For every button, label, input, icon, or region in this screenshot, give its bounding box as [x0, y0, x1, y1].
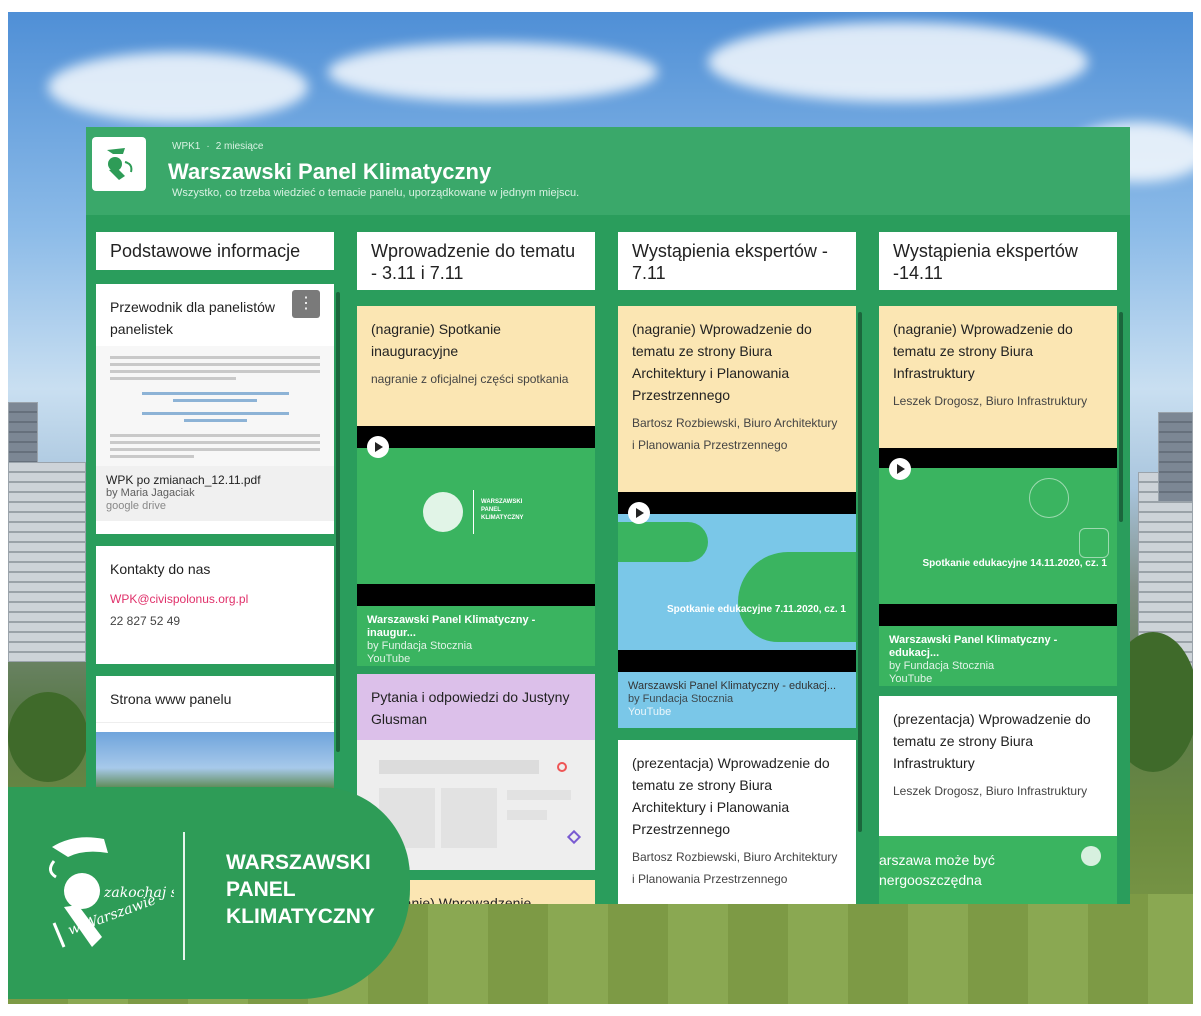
card-title: Pytania i odpowiedzi do Justyny Glusman	[371, 689, 570, 727]
attachment-source: YouTube	[628, 706, 672, 718]
attachment-title: Warszawski Panel Klimatyczny - inaugur..…	[367, 614, 536, 639]
card-title: (nagranie) Wprowadzenie do tematu ze str…	[893, 321, 1073, 381]
card-menu-button[interactable]: ⋮	[292, 290, 320, 318]
contact-email-link[interactable]: WPK@civispolonus.org.pl	[110, 588, 320, 610]
panel-logo-icon	[423, 492, 463, 532]
play-icon[interactable]	[628, 502, 650, 524]
attachment-title: Warszawski Panel Klimatyczny - edukacj..…	[889, 634, 1058, 659]
pdf-preview[interactable]	[96, 346, 334, 466]
board-logo[interactable]	[92, 137, 146, 191]
card-baipp-recording[interactable]: (nagranie) Wprowadzenie do tematu ze str…	[618, 306, 856, 728]
column-title: Wprowadzenie do tematu - 3.11 i 7.11	[357, 232, 595, 290]
brand-badge: zakochaj się w Warszawie WARSZAWSKI PANE…	[8, 787, 410, 999]
card-description: nagranie z oficjalnej części spotkania	[371, 372, 569, 386]
column-title: Wystąpienia ekspertów - 7.11	[618, 232, 856, 290]
attachment-info[interactable]: Warszawski Panel Klimatyczny - inaugur..…	[357, 606, 595, 666]
video-caption: Spotkanie edukacyjne 14.11.2020, cz. 1	[922, 558, 1107, 569]
preview-text: arszawa może być nergooszczędna	[879, 852, 995, 888]
column-title: Wystąpienia ekspertów -14.11	[879, 232, 1117, 290]
card-title: Strona www panelu	[110, 691, 232, 707]
board-age: 2 miesiące	[215, 141, 264, 152]
attachment-title: WPK po zmianach_12.11.pdf	[106, 473, 261, 487]
attachment-title: Warszawski Panel Klimatyczny - edukacj..…	[628, 680, 837, 692]
column-basic-info: Podstawowe informacje ⋮ Przewodnik dla p…	[96, 232, 340, 816]
card-description: Bartosz Rozbiewski, Biuro Architektury i…	[632, 416, 838, 452]
panel-logo-icon	[1081, 846, 1101, 866]
presentation-preview[interactable]: arszawa może być nergooszczędna	[879, 836, 1117, 904]
attachment-author: by Fundacja Stocznia	[628, 693, 734, 705]
attachment-source: YouTube	[889, 673, 933, 685]
zakochaj-sie-logo-icon: zakochaj się w Warszawie	[49, 837, 174, 948]
column-title: Podstawowe informacje	[96, 232, 334, 270]
board-author[interactable]: WPK1	[172, 141, 200, 152]
board-meta: WPK1 · 2 miesiące	[172, 141, 264, 152]
card-description: Bartosz Rozbiewski, Biuro Architektury i…	[632, 850, 838, 886]
card-title: (nagranie) Spotkanie inauguracyjne	[371, 321, 501, 359]
attachment-source: YouTube	[367, 653, 411, 665]
panel-logo-icon	[97, 142, 141, 186]
attachment-info[interactable]: Warszawski Panel Klimatyczny - edukacj..…	[879, 626, 1117, 686]
column-scrollbar[interactable]	[1119, 312, 1123, 522]
card-title: Kontakty do nas	[110, 561, 211, 577]
attachment-info[interactable]: WPK po zmianach_12.11.pdf by Maria Jagac…	[96, 466, 334, 521]
card-title: Przewodnik dla panelistów panelistek	[110, 299, 275, 337]
card-title: (prezentacja) Wprowadzenie do tematu ze …	[893, 711, 1091, 771]
badge-wordmark: WARSZAWSKI PANEL KLIMATYCZNY	[226, 849, 375, 930]
card-baipp-presentation[interactable]: (prezentacja) Wprowadzenie do tematu ze …	[618, 740, 856, 904]
video-thumbnail[interactable]: WARSZAWSKI PANEL KLIMATYCZNY	[357, 426, 595, 606]
attachment-author: by Maria Jagaciak	[106, 487, 195, 499]
attachment-source: google drive	[106, 500, 166, 512]
board-subtitle: Wszystko, co trzeba wiedzieć o temacie p…	[172, 187, 580, 199]
video-brand-text: WARSZAWSKI PANEL KLIMATYCZNY	[481, 499, 524, 521]
badge-line: KLIMATYCZNY	[226, 905, 375, 928]
card-title: (prezentacja) Wprowadzenie do tematu ze …	[632, 755, 830, 837]
card-bi-presentation[interactable]: (prezentacja) Wprowadzenie do tematu ze …	[879, 696, 1117, 904]
attachment-author: by Fundacja Stocznia	[367, 640, 473, 652]
column-scrollbar[interactable]	[336, 292, 340, 752]
play-icon[interactable]	[367, 436, 389, 458]
column-scrollbar[interactable]	[858, 312, 862, 832]
badge-line: WARSZAWSKI	[226, 851, 371, 874]
play-icon[interactable]	[889, 458, 911, 480]
card-bi-recording[interactable]: (nagranie) Wprowadzenie do tematu ze str…	[879, 306, 1117, 686]
column-experts-14-11: Wystąpienia ekspertów -14.11 (nagranie) …	[879, 232, 1123, 904]
video-caption: Spotkanie edukacyjne 7.11.2020, cz. 1	[667, 604, 846, 615]
contact-phone: 22 827 52 49	[110, 614, 181, 628]
card-guide[interactable]: ⋮ Przewodnik dla panelistów panelistek W…	[96, 284, 334, 534]
column-experts-7-11: Wystąpienia ekspertów - 7.11 (nagranie) …	[618, 232, 862, 904]
video-thumbnail[interactable]: Spotkanie edukacyjne 7.11.2020, cz. 1	[618, 492, 856, 672]
video-thumbnail[interactable]: Spotkanie edukacyjne 14.11.2020, cz. 1	[879, 448, 1117, 626]
attachment-info[interactable]: Warszawski Panel Klimatyczny - edukacj..…	[618, 672, 856, 728]
badge-divider	[183, 832, 185, 960]
card-contacts[interactable]: Kontakty do nas WPK@civispolonus.org.pl …	[96, 546, 334, 664]
badge-line: PANEL	[226, 878, 296, 901]
card-description: Leszek Drogosz, Biuro Infrastruktury	[893, 784, 1088, 798]
attachment-author: by Fundacja Stocznia	[889, 660, 995, 672]
card-inauguration-recording[interactable]: (nagranie) Spotkanie inauguracyjne nagra…	[357, 306, 595, 666]
card-description: Leszek Drogosz, Biuro Infrastruktury	[893, 394, 1088, 408]
card-title: (nagranie) Wprowadzenie do tematu ze str…	[632, 321, 812, 403]
board-header: WPK1 · 2 miesiące Warszawski Panel Klimaty…	[86, 127, 1130, 215]
column-intro: Wprowadzenie do tematu - 3.11 i 7.11 (na…	[357, 232, 595, 904]
board-title: Warszawski Panel Klimatyczny	[168, 159, 492, 184]
